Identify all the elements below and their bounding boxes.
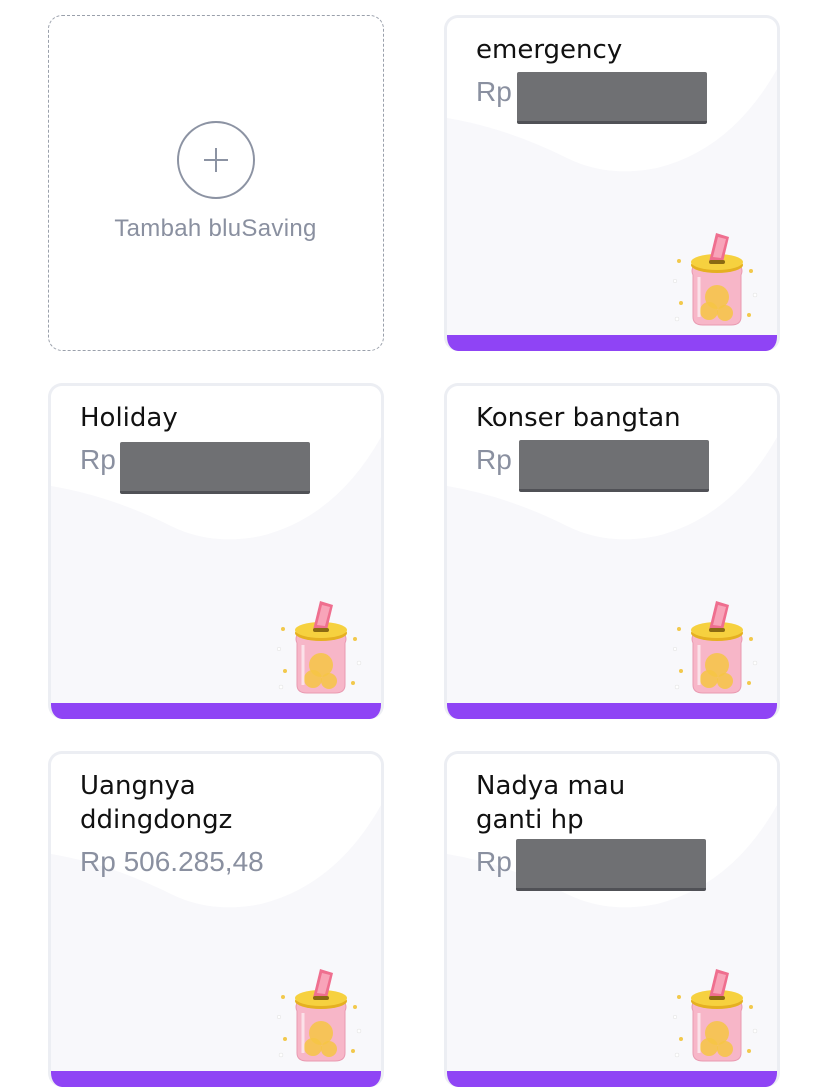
- card-accent-bar: [447, 1071, 777, 1087]
- redacted-amount: [517, 72, 707, 124]
- plus-icon: [177, 121, 255, 199]
- card-accent-bar: [51, 703, 381, 719]
- card-accent-bar: [51, 1071, 381, 1087]
- saving-amount: Rp 506.285,48: [80, 846, 264, 877]
- redacted-amount: [519, 440, 709, 492]
- saving-card-emergency[interactable]: emergency Rp: [444, 15, 780, 351]
- saving-title: Nadya mau ganti hp: [476, 769, 766, 837]
- saving-title: emergency: [476, 35, 623, 65]
- piggy-jar-icon: [275, 967, 363, 1065]
- saving-title: Uangnya ddingdongz: [80, 769, 370, 837]
- add-bluesaving-label: Tambah bluSaving: [114, 215, 317, 242]
- saving-card-holiday[interactable]: Holiday Rp: [48, 383, 384, 719]
- saving-amount-currency: Rp: [476, 846, 512, 877]
- redacted-amount: [516, 839, 706, 891]
- piggy-jar-icon: [671, 231, 759, 329]
- redacted-amount: [120, 442, 310, 494]
- saving-title: Holiday: [80, 403, 178, 433]
- piggy-jar-icon: [275, 599, 363, 697]
- bluesaving-grid: Tambah bluSaving emergency Rp Holiday Rp…: [0, 0, 827, 1087]
- piggy-jar-icon: [671, 967, 759, 1065]
- card-accent-bar: [447, 335, 777, 351]
- saving-title-line: Nadya mau: [476, 771, 626, 801]
- saving-title-line: ddingdongz: [80, 805, 233, 835]
- saving-card-uangnya-ddingdongz[interactable]: Uangnya ddingdongz Rp 506.285,48: [48, 751, 384, 1087]
- saving-amount-currency: Rp: [80, 444, 116, 475]
- piggy-jar-icon: [671, 599, 759, 697]
- add-bluesaving-card[interactable]: Tambah bluSaving: [48, 15, 384, 351]
- saving-title: Konser bangtan: [476, 403, 681, 433]
- saving-card-nadya-mau-ganti-hp[interactable]: Nadya mau ganti hp Rp: [444, 751, 780, 1087]
- saving-amount-currency: Rp: [476, 76, 512, 107]
- card-accent-bar: [447, 703, 777, 719]
- saving-card-konser-bangtan[interactable]: Konser bangtan Rp: [444, 383, 780, 719]
- saving-amount-currency: Rp: [476, 444, 512, 475]
- saving-title-line: Uangnya: [80, 771, 196, 801]
- saving-title-line: ganti hp: [476, 805, 584, 835]
